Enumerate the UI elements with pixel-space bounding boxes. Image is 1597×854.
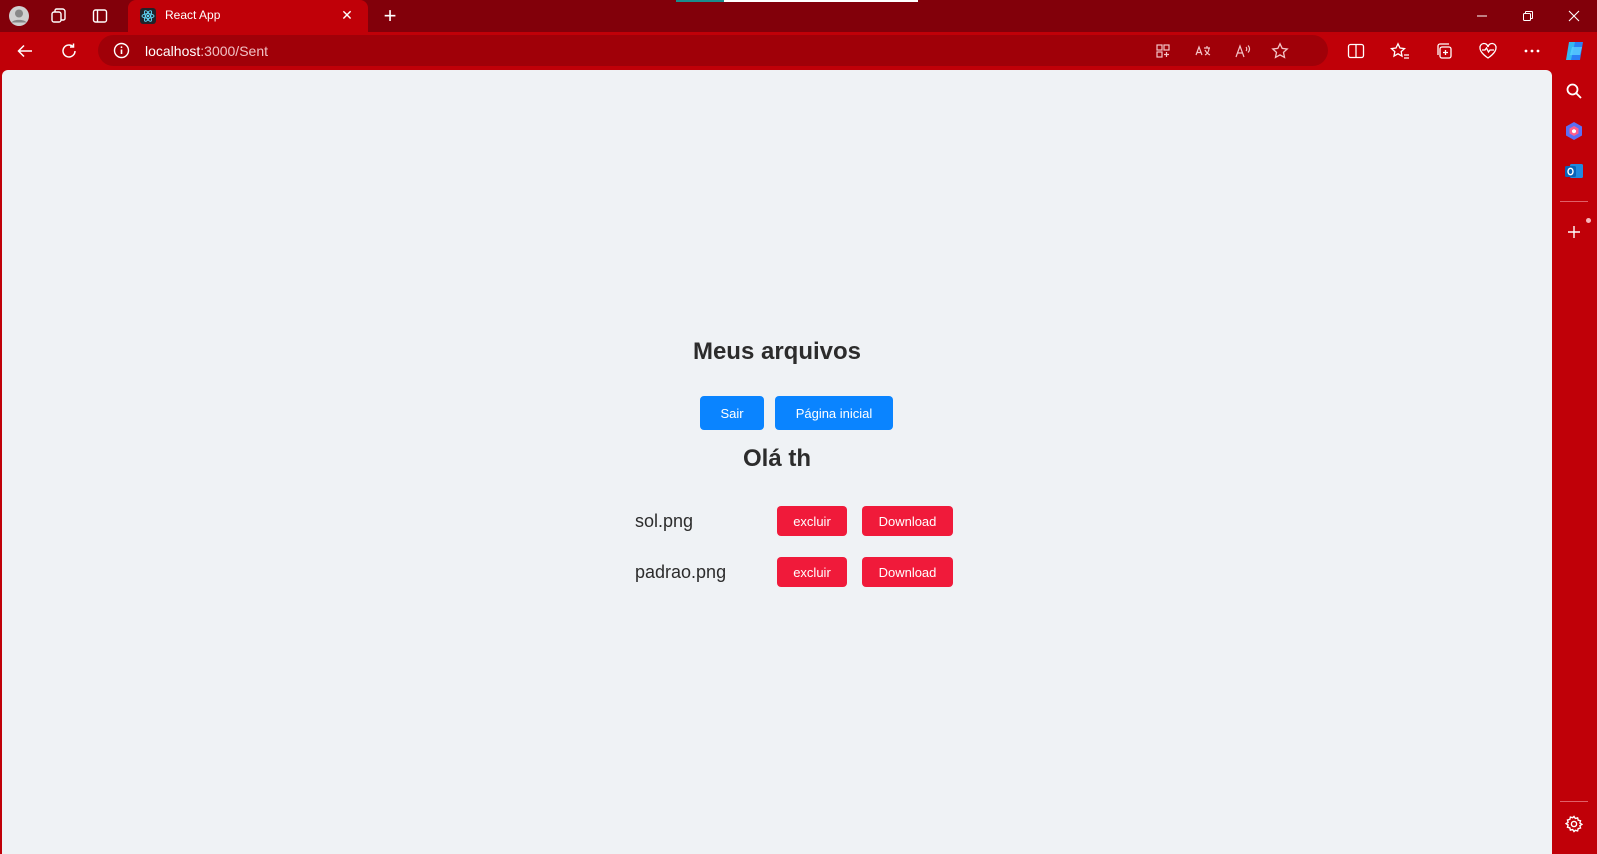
file-row: padrao.png excluir Download — [635, 557, 965, 587]
react-logo-icon — [140, 8, 156, 24]
settings-icon[interactable] — [1563, 813, 1585, 835]
close-tab-icon[interactable]: ✕ — [338, 6, 356, 24]
read-aloud-icon[interactable] — [1233, 41, 1253, 61]
drag-strip-accent — [676, 0, 724, 2]
browser-tab[interactable]: React App ✕ — [128, 0, 368, 32]
sidebar-divider — [1560, 201, 1588, 202]
file-row: sol.png excluir Download — [635, 506, 965, 536]
page-viewport: Meus arquivos Sair Página inicial Olá th… — [2, 70, 1552, 854]
delete-file-button[interactable]: excluir — [777, 557, 847, 587]
download-file-button[interactable]: Download — [862, 557, 953, 587]
delete-file-button[interactable]: excluir — [777, 506, 847, 536]
split-screen-icon[interactable] — [1344, 39, 1368, 63]
file-name: sol.png — [635, 511, 694, 531]
download-file-button[interactable]: Download — [862, 506, 953, 536]
app-available-icon[interactable] — [1153, 41, 1173, 61]
notification-dot — [1586, 218, 1591, 223]
restore-icon[interactable] — [1505, 0, 1551, 32]
copilot-sidebar-icon[interactable] — [1563, 120, 1585, 142]
page-title: Meus arquivos — [692, 338, 862, 365]
favorites-icon[interactable] — [1388, 39, 1412, 63]
more-icon[interactable] — [1520, 39, 1544, 63]
add-icon[interactable] — [1563, 221, 1585, 243]
tab-title: React App — [165, 8, 221, 22]
site-info-icon[interactable] — [113, 42, 130, 59]
close-window-icon[interactable] — [1551, 0, 1597, 32]
translate-icon[interactable] — [1193, 41, 1213, 61]
copilot-icon[interactable] — [1563, 39, 1587, 63]
title-bar: React App ✕ + — [0, 0, 1597, 32]
workspaces-icon[interactable] — [47, 4, 71, 28]
home-button[interactable]: Página inicial — [775, 396, 893, 430]
outlook-icon[interactable] — [1563, 160, 1585, 182]
edge-sidebar — [1552, 70, 1597, 854]
greeting-heading: Olá th — [742, 445, 811, 472]
sidebar-divider — [1560, 801, 1588, 802]
minimize-icon[interactable] — [1459, 0, 1505, 32]
profile-icon[interactable] — [7, 4, 31, 28]
refresh-icon[interactable] — [56, 38, 82, 64]
address-bar[interactable]: localhost:3000/Sent — [98, 35, 1328, 66]
favorite-star-icon[interactable] — [1270, 41, 1290, 61]
search-icon[interactable] — [1563, 80, 1585, 102]
tab-actions-icon[interactable] — [88, 4, 112, 28]
logout-button[interactable]: Sair — [700, 396, 764, 430]
url-text: localhost:3000/Sent — [145, 43, 268, 59]
browser-essentials-icon[interactable] — [1476, 39, 1500, 63]
url-path: :3000/Sent — [200, 43, 268, 59]
new-tab-icon[interactable]: + — [378, 3, 402, 28]
back-arrow-icon[interactable] — [12, 38, 38, 64]
browser-toolbar: localhost:3000/Sent — [0, 32, 1597, 70]
collections-icon[interactable] — [1432, 39, 1456, 63]
url-host: localhost — [145, 43, 201, 59]
file-name: padrao.png — [635, 562, 727, 582]
